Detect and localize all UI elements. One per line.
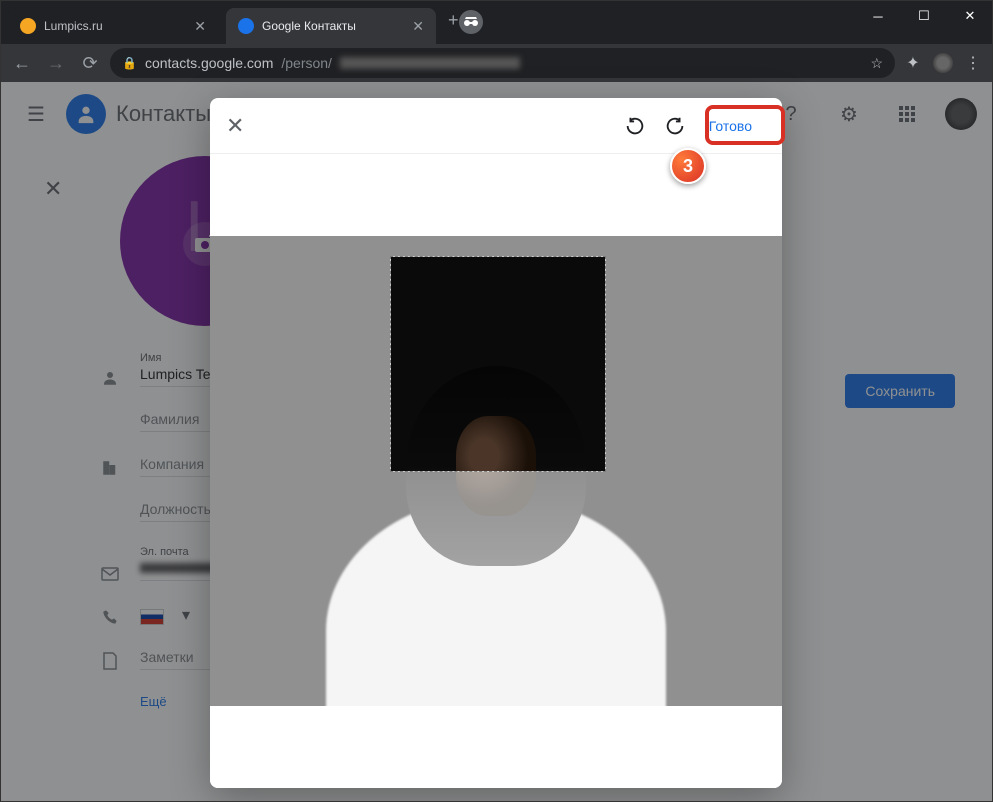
window-controls: ─ ☐ ✕ <box>855 0 993 32</box>
browser-tab-lumpics[interactable]: Lumpics.ru ✕ <box>8 8 218 44</box>
forward-button[interactable]: → <box>42 49 70 77</box>
rotate-left-button[interactable] <box>617 108 653 144</box>
url-blurred <box>340 57 520 69</box>
lock-icon: 🔒 <box>122 56 137 70</box>
reload-button[interactable]: ⟳ <box>76 49 104 77</box>
close-icon[interactable]: ✕ <box>412 18 424 35</box>
browser-titlebar: Lumpics.ru ✕ Google Контакты ✕ + ─ ☐ ✕ <box>0 0 993 44</box>
browser-addressbar: ← → ⟳ 🔒 contacts.google.com/person/ ☆ ✦ … <box>0 44 993 82</box>
close-icon[interactable]: ✕ <box>226 113 244 139</box>
favicon-contacts <box>238 18 254 34</box>
photo-crop-modal: ✕ Готово <box>210 98 782 788</box>
crop-selection[interactable] <box>390 256 606 472</box>
url-path: /person/ <box>281 55 332 71</box>
rotate-right-button[interactable] <box>657 108 693 144</box>
new-tab-button[interactable]: + <box>448 10 459 35</box>
star-icon[interactable]: ☆ <box>870 55 883 72</box>
address-field[interactable]: 🔒 contacts.google.com/person/ ☆ <box>110 48 895 78</box>
extensions-icon[interactable]: ✦ <box>901 51 925 75</box>
url-domain: contacts.google.com <box>145 55 273 71</box>
crop-canvas[interactable] <box>210 154 782 788</box>
back-button[interactable]: ← <box>8 49 36 77</box>
annotation-highlight <box>705 105 785 145</box>
favicon-lumpics <box>20 18 36 34</box>
tab-title: Google Контакты <box>262 19 356 33</box>
incognito-icon[interactable] <box>459 10 483 34</box>
menu-icon[interactable]: ⋮ <box>961 51 985 75</box>
maximize-button[interactable]: ☐ <box>901 0 947 32</box>
close-icon[interactable]: ✕ <box>194 18 206 35</box>
minimize-button[interactable]: ─ <box>855 0 901 32</box>
tab-title: Lumpics.ru <box>44 19 103 33</box>
annotation-step-badge: 3 <box>670 148 706 184</box>
close-button[interactable]: ✕ <box>947 0 993 32</box>
profile-avatar[interactable] <box>931 51 955 75</box>
browser-tab-contacts[interactable]: Google Контакты ✕ <box>226 8 436 44</box>
modal-header: ✕ Готово <box>210 98 782 154</box>
